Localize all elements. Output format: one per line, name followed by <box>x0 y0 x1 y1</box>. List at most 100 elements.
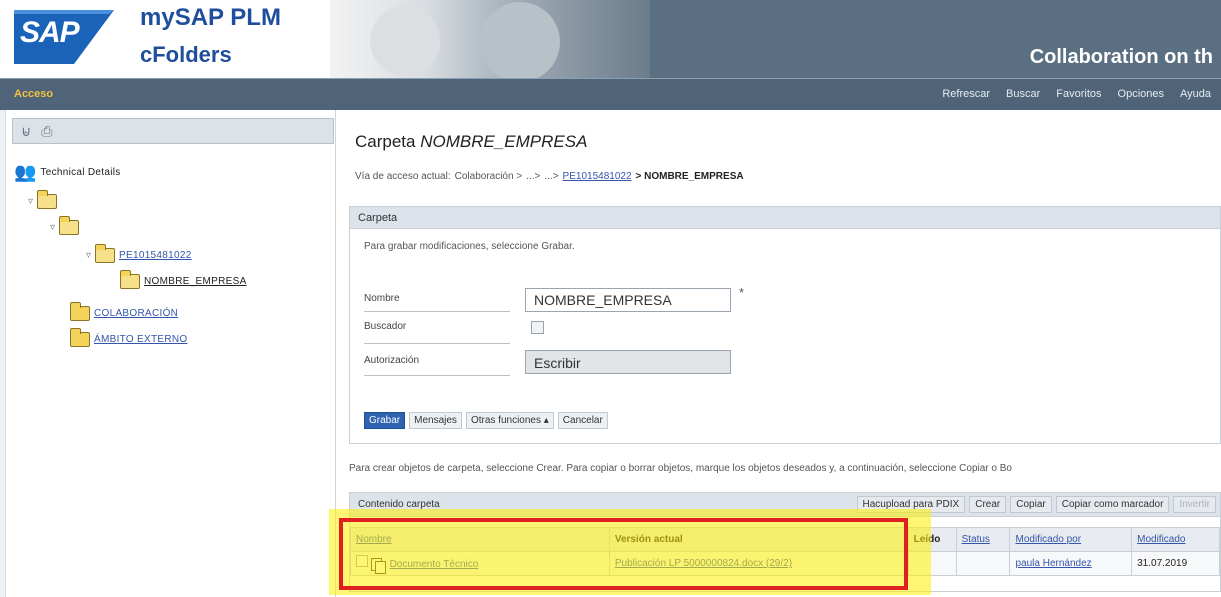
people-icon: 👥 <box>14 162 37 182</box>
expand-toggle-icon[interactable]: ▿ <box>28 196 33 207</box>
table-row[interactable]: Documento Técnico Publicación LP 5000000… <box>350 551 1220 576</box>
page-title-folder: NOMBRE_EMPRESA <box>420 132 588 151</box>
contents-actions: Hacupload para PDIX Crear Copiar Copiar … <box>856 496 1216 513</box>
folder-panel-buttons: Grabar Mensajes Otras funciones ▴ Cancel… <box>364 412 608 429</box>
modificado-por-link[interactable]: paula Hernández <box>1015 558 1091 569</box>
contents-table: Nombre Versión actual Leído Status Modif… <box>350 527 1220 576</box>
nav-link-ayuda[interactable]: Ayuda <box>1180 88 1211 100</box>
name-input[interactable]: NOMBRE_EMPRESA <box>525 288 731 312</box>
expand-toggle-icon[interactable]: ▿ <box>86 250 91 261</box>
cell-version: Publicación LP 5000000824.docx (29/2) <box>608 551 909 576</box>
mensajes-button[interactable]: Mensajes <box>409 412 462 429</box>
folder-icon <box>70 328 90 347</box>
print-icon[interactable]: ⎙ <box>41 123 52 140</box>
save-hint: Para grabar modificaciones, seleccione G… <box>364 241 575 252</box>
tree-link-pe[interactable]: PE1015481022 <box>119 250 192 261</box>
cell-modificado: 31.07.2019 <box>1131 551 1220 576</box>
header-slogan: Collaboration on th <box>1029 46 1213 68</box>
crear-button[interactable]: Crear <box>969 496 1007 513</box>
cell-status <box>955 551 1011 576</box>
create-hint: Para crear objetos de carpeta, seleccion… <box>349 463 1012 474</box>
form-divider <box>364 343 510 344</box>
breadcrumb: Vía de acceso actual: Colaboración > ...… <box>355 171 744 182</box>
nav-links: Refrescar Buscar Favoritos Opciones Ayud… <box>942 88 1211 100</box>
breadcrumb-current: > NOMBRE_EMPRESA <box>635 171 744 182</box>
tree-node-pe[interactable]: ▿ PE1015481022 <box>86 244 192 263</box>
cell-nombre: Documento Técnico <box>350 551 610 576</box>
copiar-button[interactable]: Copiar <box>1010 496 1052 513</box>
tree-node-current[interactable]: NOMBRE_EMPRESA <box>120 270 247 289</box>
nav-link-buscar[interactable]: Buscar <box>1006 88 1040 100</box>
row-checkbox[interactable] <box>356 555 368 568</box>
buscar-checkbox[interactable] <box>531 321 544 334</box>
folder-open-icon <box>120 270 140 289</box>
contents-title: Contenido carpeta <box>358 499 440 510</box>
folder-open-icon <box>37 190 58 209</box>
sidebar-tree: ⊌ ⎙ 👥 Technical Details ▿ ▿ ▿ PE10154810… <box>6 110 336 597</box>
otras-funciones-button[interactable]: Otras funciones ▴ <box>465 412 554 429</box>
column-nombre[interactable]: Nombre <box>350 527 610 552</box>
grabar-button[interactable]: Grabar <box>364 412 406 429</box>
nav-link-favoritos[interactable]: Favoritos <box>1056 88 1101 100</box>
header-photo <box>330 0 650 78</box>
tree-node-ambito[interactable]: ÁMBITO EXTERNO <box>70 328 187 347</box>
folder-open-icon <box>59 216 80 235</box>
name-label: Nombre <box>364 293 400 304</box>
tree-link-ambito[interactable]: ÁMBITO EXTERNO <box>94 334 187 345</box>
table-header-row: Nombre Versión actual Leído Status Modif… <box>350 527 1220 552</box>
breadcrumb-colaboracion[interactable]: Colaboración > <box>455 171 523 182</box>
column-status[interactable]: Status <box>955 527 1011 552</box>
invertir-button[interactable]: Invertir <box>1173 496 1216 513</box>
brand-subtitle: cFolders <box>140 42 232 67</box>
collapse-icon[interactable]: ⊌ <box>21 123 31 140</box>
cancelar-button[interactable]: Cancelar <box>557 412 608 429</box>
column-leido: Leído <box>907 527 957 552</box>
logo-area: SAP mySAP PLM cFolders <box>0 0 330 78</box>
breadcrumb-dots-2[interactable]: ...> <box>544 171 558 182</box>
buscar-label: Buscador <box>364 321 407 332</box>
column-modificado[interactable]: Modificado <box>1131 527 1220 552</box>
tree-link-colaboracion[interactable]: COLABORACIÓN <box>94 308 178 319</box>
tree-current-label: NOMBRE_EMPRESA <box>144 276 247 287</box>
tree-root-label: Technical Details <box>40 167 121 178</box>
brand-title: mySAP PLM <box>140 4 281 31</box>
upload-button[interactable]: Hacupload para PDIX <box>856 496 966 513</box>
breadcrumb-link-pe[interactable]: PE1015481022 <box>563 171 632 182</box>
required-marker: * <box>739 285 745 300</box>
version-link[interactable]: Publicación LP 5000000824.docx (29/2) <box>615 558 792 569</box>
folder-open-icon <box>95 244 116 263</box>
tree-node-level1[interactable]: ▿ <box>28 190 58 209</box>
sap-logo-text: SAP <box>20 16 80 49</box>
folder-contents-panel: Contenido carpeta Hacupload para PDIX Cr… <box>349 492 1221 592</box>
column-version: Versión actual <box>608 527 909 552</box>
auth-label: Autorización <box>364 355 420 366</box>
cell-leido <box>907 551 957 576</box>
photo-person-2 <box>480 2 560 78</box>
form-divider <box>364 311 510 312</box>
app-header: SAP mySAP PLM cFolders Collaboration on … <box>0 0 1221 78</box>
column-modificado-por[interactable]: Modificado por <box>1009 527 1133 552</box>
nav-acceso-link[interactable]: Acceso <box>14 88 53 100</box>
nav-link-refrescar[interactable]: Refrescar <box>942 88 990 100</box>
photo-person-1 <box>370 6 440 76</box>
document-icon <box>370 557 386 574</box>
breadcrumb-label: Vía de acceso actual: <box>355 171 451 182</box>
page-title: Carpeta NOMBRE_EMPRESA <box>355 132 587 152</box>
nav-link-opciones[interactable]: Opciones <box>1118 88 1164 100</box>
main-content: Carpeta NOMBRE_EMPRESA Vía de acceso act… <box>345 110 1221 597</box>
tree-node-root[interactable]: 👥 Technical Details <box>14 162 121 183</box>
document-link[interactable]: Documento Técnico <box>390 559 479 570</box>
cell-modificado-por: paula Hernández <box>1009 551 1133 576</box>
folder-panel-header: Carpeta <box>350 207 1220 229</box>
contents-header: Contenido carpeta Hacupload para PDIX Cr… <box>350 493 1220 517</box>
tree-node-level2[interactable]: ▿ <box>50 216 80 235</box>
auth-field[interactable]: Escribir <box>525 350 731 374</box>
top-nav-bar: Acceso Refrescar Buscar Favoritos Opcion… <box>0 78 1221 110</box>
folder-icon <box>70 302 90 321</box>
sidebar-toolbar: ⊌ ⎙ <box>12 118 334 144</box>
expand-toggle-icon[interactable]: ▿ <box>50 222 55 233</box>
form-divider <box>364 375 510 376</box>
tree-node-colaboracion[interactable]: COLABORACIÓN <box>70 302 178 321</box>
breadcrumb-dots-1[interactable]: ...> <box>526 171 540 182</box>
copiar-marcador-button[interactable]: Copiar como marcador <box>1055 496 1170 513</box>
